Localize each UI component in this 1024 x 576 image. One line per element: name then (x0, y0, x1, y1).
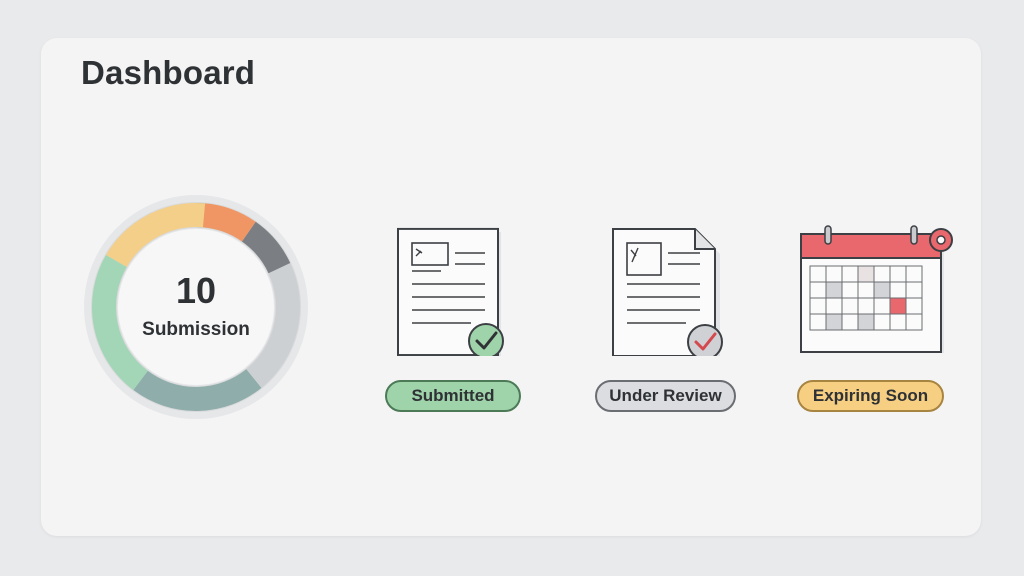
calendar-day-cell (809, 313, 827, 331)
calendar-day-cell (873, 297, 891, 315)
calendar-day-cell (809, 281, 827, 299)
calendar-day-cell (841, 281, 859, 299)
calendar-day-cell (889, 313, 907, 331)
calendar-day-cell (857, 313, 875, 331)
calendar-day-cell (857, 265, 875, 283)
calendar-day-cell (889, 297, 907, 315)
status-under-review-button[interactable]: Under Review (595, 380, 736, 412)
calendar-day-cell (809, 265, 827, 283)
calendar-alert-icon (800, 225, 953, 353)
calendar-day-cell (905, 297, 923, 315)
submission-label: Submission (142, 319, 250, 340)
document-review-icon (612, 228, 723, 356)
submission-count: 10 (175, 270, 217, 311)
calendar-day-cell (905, 265, 923, 283)
status-expiring-soon-button[interactable]: Expiring Soon (797, 380, 944, 412)
calendar-day-cell (905, 313, 923, 331)
calendar-day-cell (857, 281, 875, 299)
calendar-day-cell (825, 265, 843, 283)
calendar-day-cell (841, 265, 859, 283)
calendar-grid (809, 265, 923, 331)
calendar-day-cell (873, 281, 891, 299)
status-submitted-button[interactable]: Submitted (385, 380, 521, 412)
calendar-day-cell (873, 313, 891, 331)
calendar-day-cell (825, 281, 843, 299)
calendar-day-cell (873, 265, 891, 283)
calendar-day-cell (889, 281, 907, 299)
calendar-day-cell (825, 297, 843, 315)
calendar-day-cell (889, 265, 907, 283)
calendar-day-cell (841, 313, 859, 331)
calendar-day-cell (857, 297, 875, 315)
donut-center: 10 Submission (83, 194, 309, 420)
calendar-day-cell (825, 313, 843, 331)
document-check-icon (397, 227, 504, 356)
calendar-day-cell (905, 281, 923, 299)
page-title: Dashboard (81, 54, 256, 91)
dashboard-card: Dashboard 10 Submission Submitted Under … (41, 38, 981, 536)
calendar-day-cell (809, 297, 827, 315)
calendar-day-cell (841, 297, 859, 315)
